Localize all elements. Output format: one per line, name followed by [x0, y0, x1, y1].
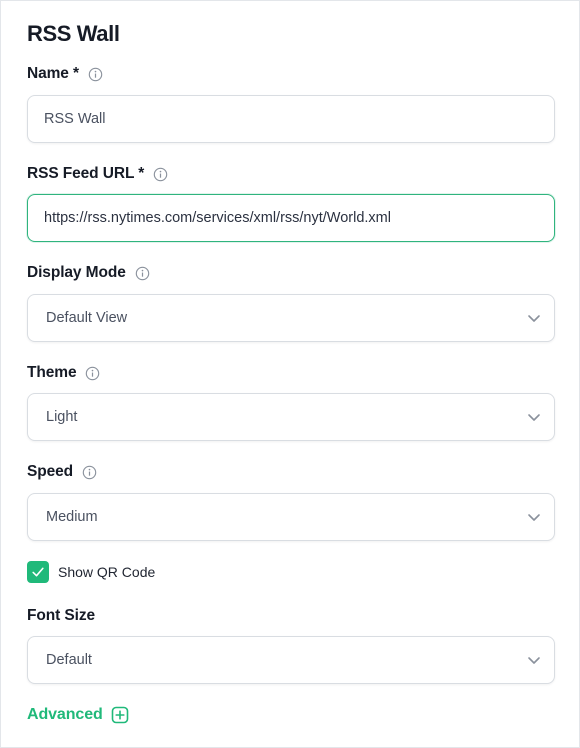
- display-mode-select[interactable]: Default View: [27, 294, 555, 342]
- chevron-down-icon[interactable]: [526, 310, 542, 326]
- display-mode-label-row: Display Mode: [27, 262, 150, 284]
- theme-label: Theme: [27, 364, 77, 381]
- display-mode-label: Display Mode: [27, 264, 126, 281]
- name-field[interactable]: [27, 95, 555, 143]
- theme-select[interactable]: Light: [27, 393, 555, 441]
- page-title: RSS Wall: [27, 21, 120, 46]
- name-input[interactable]: [28, 96, 554, 142]
- theme-value: Light: [46, 409, 78, 425]
- speed-select[interactable]: Medium: [27, 493, 555, 541]
- settings-panel: RSS Wall Name * RSS Feed URL * Display M…: [0, 0, 580, 748]
- plus-square-icon[interactable]: [111, 706, 129, 724]
- advanced-toggle[interactable]: Advanced: [27, 704, 129, 726]
- advanced-label: Advanced: [27, 706, 103, 723]
- info-icon[interactable]: [153, 167, 168, 182]
- chevron-down-icon[interactable]: [526, 652, 542, 668]
- chevron-down-icon[interactable]: [526, 509, 542, 525]
- font-size-label-row: Font Size: [27, 605, 95, 627]
- name-label: Name *: [27, 65, 79, 82]
- rss-url-field[interactable]: [27, 194, 555, 242]
- rss-url-label: RSS Feed URL *: [27, 165, 145, 182]
- theme-label-row: Theme: [27, 362, 100, 384]
- display-mode-value: Default View: [46, 310, 128, 326]
- show-qr-label: Show QR Code: [58, 564, 156, 580]
- check-icon: [32, 567, 44, 577]
- info-icon[interactable]: [135, 266, 150, 281]
- speed-value: Medium: [46, 509, 98, 525]
- info-icon[interactable]: [88, 67, 103, 82]
- rss-url-label-row: RSS Feed URL *: [27, 163, 168, 185]
- info-icon[interactable]: [82, 465, 97, 480]
- font-size-select[interactable]: Default: [27, 636, 555, 684]
- info-icon[interactable]: [85, 366, 100, 381]
- chevron-down-icon[interactable]: [526, 409, 542, 425]
- font-size-label: Font Size: [27, 607, 95, 624]
- speed-label: Speed: [27, 463, 74, 480]
- name-label-row: Name *: [27, 63, 103, 85]
- font-size-value: Default: [46, 652, 92, 668]
- show-qr-row[interactable]: Show QR Code: [27, 561, 155, 583]
- rss-url-input[interactable]: [28, 195, 554, 241]
- speed-label-row: Speed: [27, 461, 97, 483]
- show-qr-checkbox[interactable]: [27, 561, 49, 583]
